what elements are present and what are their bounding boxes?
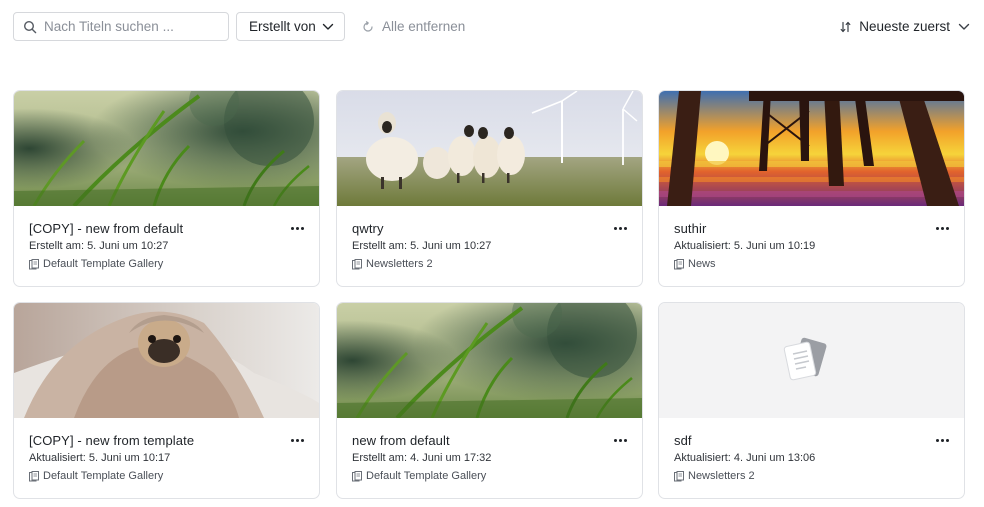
folder-doc-icon: [674, 258, 684, 269]
card-thumbnail-placeholder: [659, 303, 964, 418]
card-folder-label: Default Template Gallery: [43, 258, 164, 270]
created-by-filter-label: Erstellt von: [249, 19, 316, 34]
search-input[interactable]: [44, 19, 224, 34]
card-folder: Default Template Gallery: [29, 258, 163, 270]
card-thumbnail-pier-sunset: [659, 91, 964, 206]
card-folder-label: Newsletters 2: [366, 258, 433, 270]
newsletter-card[interactable]: sdf Aktualisiert: 4. Juni um 13:06 Newsl…: [658, 302, 965, 499]
card-title: suthir: [674, 221, 707, 236]
more-options-button[interactable]: [289, 221, 305, 235]
folder-doc-icon: [674, 470, 684, 481]
newsletter-card[interactable]: new from default Erstellt am: 4. Juni um…: [336, 302, 643, 499]
folder-doc-icon: [29, 258, 39, 269]
card-thumbnail-pug-blanket: [14, 303, 319, 418]
reset-icon: [363, 20, 373, 32]
folder-doc-icon: [352, 470, 362, 481]
card-title: [COPY] - new from template: [29, 433, 195, 448]
card-date: Erstellt am: 5. Juni um 10:27: [29, 240, 169, 252]
newsletter-card[interactable]: [COPY] - new from template Aktualisiert:…: [13, 302, 320, 499]
card-folder-label: Default Template Gallery: [366, 470, 487, 482]
chevron-down-icon: [958, 23, 970, 30]
folder-doc-icon: [352, 258, 362, 269]
card-title: new from default: [352, 433, 450, 448]
search-icon: [23, 20, 37, 33]
more-options-button[interactable]: [934, 433, 950, 447]
card-thumbnail-grass: [14, 91, 319, 206]
card-thumbnail-sheep: [337, 91, 642, 206]
created-by-filter-button[interactable]: Erstellt von: [236, 12, 345, 41]
card-folder: Newsletters 2: [674, 470, 755, 482]
sort-icon: [840, 21, 851, 32]
card-folder-label: Default Template Gallery: [43, 470, 164, 482]
card-date: Aktualisiert: 4. Juni um 13:06: [674, 452, 816, 464]
card-folder-label: News: [688, 258, 716, 270]
sort-label: Neueste zuerst: [859, 19, 950, 34]
card-thumbnail-grass: [337, 303, 642, 418]
newsletter-card[interactable]: [COPY] - new from default Erstellt am: 5…: [13, 90, 320, 287]
card-folder: Newsletters 2: [352, 258, 433, 270]
folder-doc-icon: [29, 470, 39, 481]
card-folder: News: [674, 258, 716, 270]
card-title: sdf: [674, 433, 692, 448]
clear-all-button[interactable]: Alle entfernen: [362, 12, 465, 41]
sort-dropdown[interactable]: Neueste zuerst: [840, 12, 970, 41]
more-options-button[interactable]: [934, 221, 950, 235]
newsletter-card[interactable]: qwtry Erstellt am: 5. Juni um 10:27 News…: [336, 90, 643, 287]
more-options-button[interactable]: [612, 221, 628, 235]
more-options-button[interactable]: [289, 433, 305, 447]
card-title: qwtry: [352, 221, 384, 236]
card-date: Aktualisiert: 5. Juni um 10:19: [674, 240, 816, 252]
newsletter-card[interactable]: suthir Aktualisiert: 5. Juni um 10:19 Ne…: [658, 90, 965, 287]
card-date: Erstellt am: 5. Juni um 10:27: [352, 240, 492, 252]
card-folder-label: Newsletters 2: [688, 470, 755, 482]
more-options-button[interactable]: [612, 433, 628, 447]
card-folder: Default Template Gallery: [352, 470, 486, 482]
card-folder: Default Template Gallery: [29, 470, 163, 482]
card-title: [COPY] - new from default: [29, 221, 184, 236]
clear-all-label: Alle entfernen: [382, 19, 466, 34]
chevron-down-icon: [322, 23, 334, 30]
card-date: Erstellt am: 4. Juni um 17:32: [352, 452, 492, 464]
card-date: Aktualisiert: 5. Juni um 10:17: [29, 452, 171, 464]
search-box[interactable]: [13, 12, 229, 41]
